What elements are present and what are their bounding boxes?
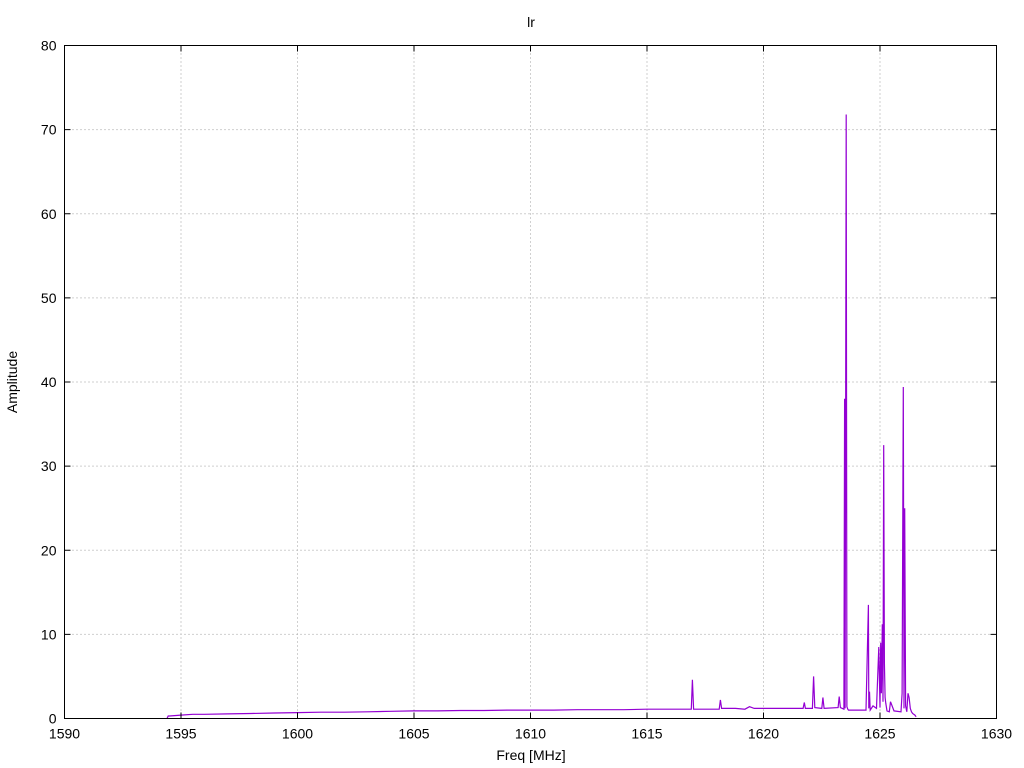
chart-canvas: lr 1590 1595 1600 1605 1610 1615 1620 1625 1630 … (0, 0, 1024, 768)
x-tick-label: 1615 (631, 726, 662, 742)
y-tick-label: 0 (49, 711, 57, 727)
y-tick-label: 40 (41, 374, 57, 390)
x-axis-title: Freq [MHz] (496, 747, 565, 763)
x-tick-label: 1590 (49, 726, 80, 742)
y-tick-label: 20 (41, 542, 57, 558)
chart-title: lr (527, 14, 535, 30)
y-tick-label: 10 (41, 626, 57, 642)
x-tick-label: 1620 (748, 726, 779, 742)
y-tick-label: 30 (41, 458, 57, 474)
y-tick-label: 70 (41, 122, 57, 138)
y-tick-label: 80 (41, 38, 57, 54)
x-tick-label: 1625 (864, 726, 895, 742)
y-tick-label: 60 (41, 206, 57, 222)
x-tick-labels: 1590 1595 1600 1605 1610 1615 1620 1625 1630 (49, 726, 1012, 742)
x-tick-label: 1595 (165, 726, 196, 742)
y-axis-title: Amplitude (4, 351, 20, 413)
x-tick-label: 1600 (282, 726, 313, 742)
x-tick-label: 1630 (981, 726, 1012, 742)
x-tick-label: 1605 (398, 726, 429, 742)
y-tick-label: 50 (41, 290, 57, 306)
x-tick-label: 1610 (515, 726, 546, 742)
chart-background (0, 0, 1024, 768)
